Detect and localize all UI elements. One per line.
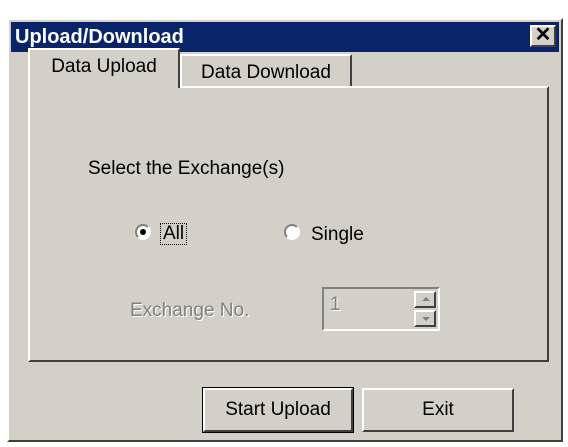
radio-all[interactable] xyxy=(135,224,151,240)
exchange-no-label: Exchange No. xyxy=(130,300,250,321)
spin-down-button xyxy=(414,310,436,327)
radio-single-label[interactable]: Single xyxy=(311,224,364,246)
tab-data-download-label: Data Download xyxy=(201,62,331,83)
close-button[interactable]: ✕ xyxy=(530,25,556,47)
radio-selected-dot-icon xyxy=(140,229,146,235)
exit-button[interactable]: Exit xyxy=(362,388,514,432)
exchange-no-value: 1 xyxy=(330,294,341,315)
tab-data-upload[interactable]: Data Upload xyxy=(28,48,180,88)
exchange-no-stepper: 1 xyxy=(322,287,440,331)
tab-data-upload-label: Data Upload xyxy=(51,56,157,77)
close-icon: ✕ xyxy=(534,24,552,46)
chevron-up-icon xyxy=(422,297,430,301)
window-title: Upload/Download xyxy=(15,26,184,48)
tab-data-download[interactable]: Data Download xyxy=(180,54,352,90)
select-exchange-label: Select the Exchange(s) xyxy=(88,158,285,179)
chevron-down-icon xyxy=(422,317,430,321)
start-upload-button[interactable]: Start Upload xyxy=(202,387,354,433)
spin-up-button xyxy=(414,291,436,308)
radio-all-label[interactable]: All xyxy=(160,223,188,245)
radio-single[interactable] xyxy=(284,224,300,240)
